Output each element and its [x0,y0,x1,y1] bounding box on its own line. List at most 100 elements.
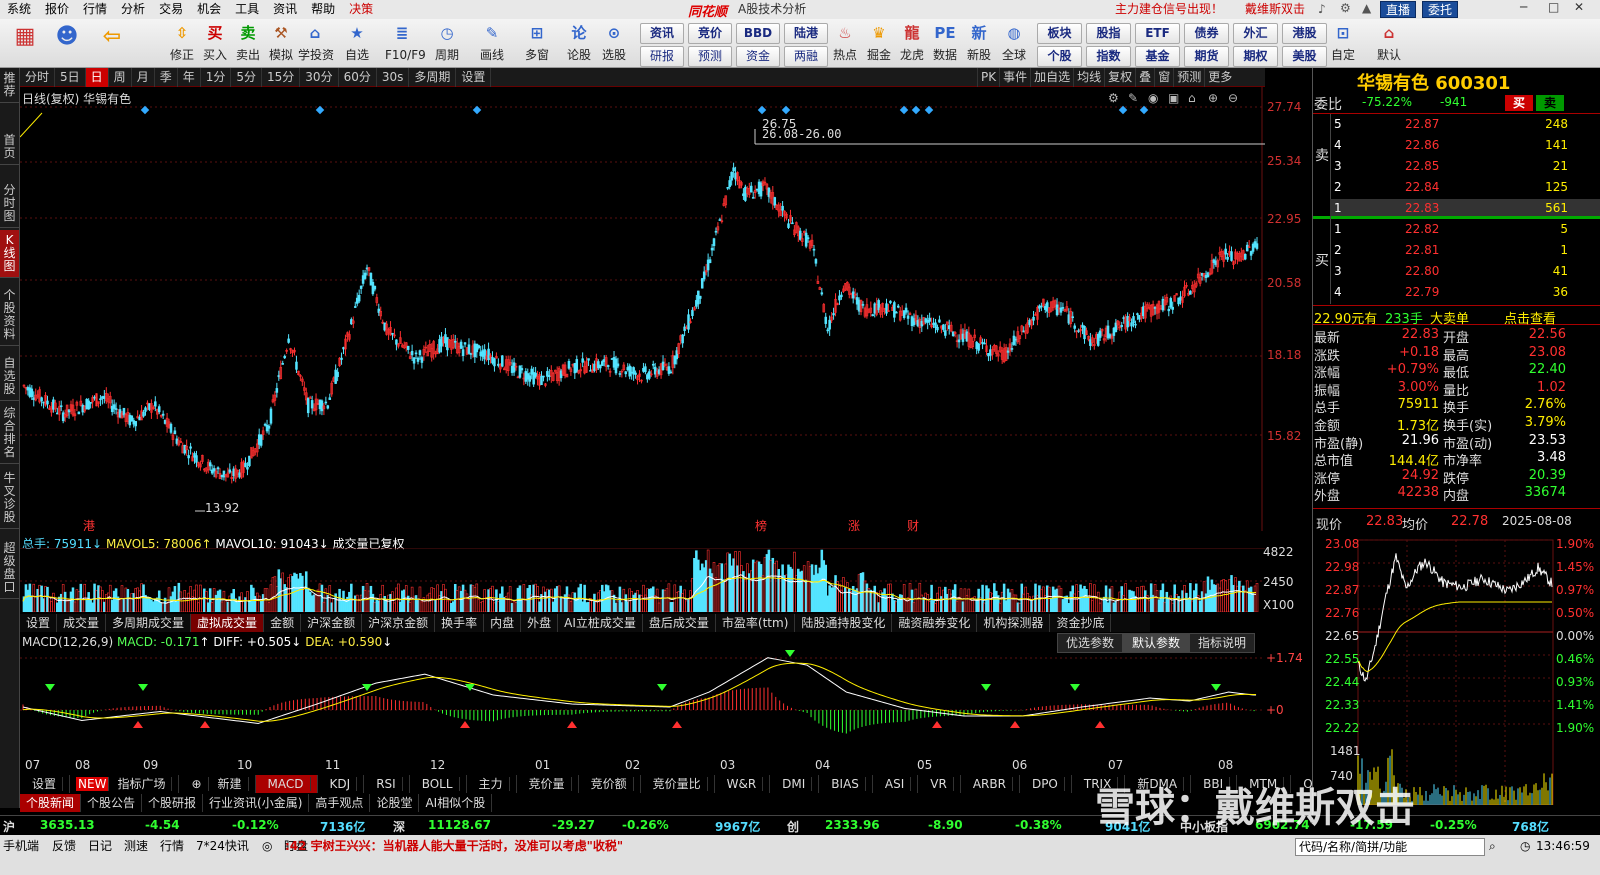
chart-tool-1[interactable]: 事件 [999,68,1030,87]
toolbar-buy-button[interactable]: 买买入 [198,22,232,63]
status-item-1[interactable]: 反馈 [52,838,76,854]
intraday-chart[interactable] [1313,535,1600,805]
period-7[interactable]: 1分 [201,67,232,87]
indicator-tab-3[interactable]: 虚拟成交量 [191,614,265,632]
news-link-2[interactable]: 戴维斯双击 [1245,0,1305,19]
indicator-tab-13[interactable]: 陆股通持股变化 [795,614,893,632]
quick-btn-0[interactable]: 资讯 [640,23,684,44]
toolbar-ipo-button[interactable]: 新新股 [962,22,996,63]
period-8[interactable]: 5分 [231,67,263,87]
indicator-tab-12[interactable]: 市盈率(ttm) [716,614,796,632]
toolbar-robot-button[interactable]: ☻ [50,22,84,52]
period-10[interactable]: 30分 [300,67,339,87]
indicator-select-5[interactable]: RSI [364,775,410,793]
menu-item-1[interactable]: 报价 [38,0,76,19]
index-value[interactable]: 沪 [3,818,15,835]
search-icon[interactable]: ⌕ [1489,838,1496,854]
indicator-select-17[interactable]: DPO [1020,775,1072,793]
toolbar-star-button[interactable]: ★ 自选 [340,22,374,63]
indicator-tab-16[interactable]: 资金抄底 [1050,614,1112,632]
period-12[interactable]: 30s [377,67,410,87]
event-marker[interactable]: 榜 [755,517,767,534]
toolbar-hammer-button[interactable]: ⚒ 模拟 [264,22,298,63]
indicator-tab-4[interactable]: 金额 [264,614,302,632]
market-btn-8[interactable]: 基金 [1135,46,1180,67]
quick-btn-6[interactable]: 资金 [736,46,780,67]
menu-item-2[interactable]: 行情 [76,0,114,19]
indicator-tab-6[interactable]: 沪深京金额 [362,614,436,632]
toolbar-pe-button[interactable]: PE 数据 [928,22,962,63]
indicator-select-2[interactable]: ⊕ 新建 [179,775,256,793]
indicator-select-11[interactable]: W&R [715,775,771,793]
indicator-select-6[interactable]: BOLL [410,775,467,793]
left-tab-7[interactable]: 牛叉诊股 [0,468,19,529]
close-icon[interactable]: ✕ [1574,0,1584,14]
indicator-tab-11[interactable]: 盘后成交量 [643,614,716,632]
menu-item-9[interactable]: 决策 [342,0,380,19]
maximize-icon[interactable]: □ [1548,0,1559,14]
toolbar-multiwindow-button[interactable]: ⊞ 多窗 [520,22,554,63]
news-ticker[interactable]: :42 宇树王兴兴：当机器人能大量干活时，没准可以考虑"收税" [285,838,623,854]
event-marker[interactable]: 港 [83,517,95,534]
indicator-tab-15[interactable]: 机构探测器 [977,614,1051,632]
indicator-tab-5[interactable]: 沪深金额 [301,614,363,632]
period-9[interactable]: 15分 [262,67,301,87]
toolbar-discuss-button[interactable]: 论论股 [562,22,596,63]
indicator-select-12[interactable]: DMI [770,775,820,793]
status-item-2[interactable]: 日记 [88,838,112,854]
indicator-select-1[interactable]: NEW 指标广场 [70,775,180,793]
toolbar-adjust-button[interactable]: ⇳ 修正 [165,22,199,63]
menu-item-4[interactable]: 交易 [152,0,190,19]
market-btn-9[interactable]: 期货 [1184,46,1229,67]
minimize-icon[interactable]: ─ [1520,0,1527,14]
news-tab-1[interactable]: 个股公告 [81,794,143,812]
order-button[interactable]: 委托 [1422,1,1459,18]
indicator-tab-0[interactable]: 设置 [20,614,58,632]
indicator-select-4[interactable]: KDJ [318,775,365,793]
toolbar-hot-button[interactable]: ♨ 热点 [828,22,862,63]
event-marker[interactable]: 财 [907,517,919,534]
toolbar-pick-button[interactable]: ⊙ 选股 [597,22,631,63]
period-2[interactable]: 日 [85,67,109,87]
quick-btn-2[interactable]: BBD [736,23,780,44]
news-link-1[interactable]: 主力建仓信号出现！ [1115,0,1223,19]
quick-btn-5[interactable]: 预测 [688,46,732,67]
indicator-tab-8[interactable]: 内盘 [484,614,522,632]
volume-chart[interactable] [20,548,1265,612]
indicator-select-7[interactable]: 主力 [467,775,517,793]
indicator-tab-14[interactable]: 融资融券变化 [892,614,978,632]
period-1[interactable]: 5日 [55,67,86,87]
market-btn-7[interactable]: 指数 [1086,46,1131,67]
news-tab-6[interactable]: AI相似个股 [419,794,493,812]
news-tab-0[interactable]: 个股新闻 [20,794,82,812]
menu-item-8[interactable]: 帮助 [304,0,342,19]
period-13[interactable]: 多周期 [409,67,457,87]
event-marker[interactable]: 涨 [848,517,860,534]
index-value[interactable]: 创 [787,818,799,835]
market-btn-10[interactable]: 期权 [1233,46,1278,67]
chart-tool-6[interactable]: 窗 [1154,68,1173,87]
menu-item-7[interactable]: 资讯 [266,0,304,19]
toolbar-custom-button[interactable]: ⊡ 自定 [1326,22,1360,63]
chart-tool-2[interactable]: 加自选 [1030,68,1073,87]
indicator-tab-7[interactable]: 换手率 [435,614,485,632]
menu-item-0[interactable]: 系统 [0,0,38,19]
period-3[interactable]: 周 [109,67,132,87]
period-6[interactable]: 年 [178,67,201,87]
indicator-select-3[interactable]: MACD [255,775,318,793]
period-0[interactable]: 分时 [20,67,56,87]
quick-btn-4[interactable]: 研报 [640,46,684,67]
left-tab-2[interactable]: 分时图 [0,180,19,228]
macd-chart[interactable] [20,648,1265,758]
alert-icon[interactable]: ▲ [1362,1,1371,15]
search-input[interactable]: 代码/名称/简拼/功能 [1295,838,1485,856]
chart-tool-5[interactable]: 叠 [1135,68,1154,87]
menu-item-5[interactable]: 机会 [190,0,228,19]
left-tab-1[interactable]: 首页 [0,130,19,165]
bell-icon[interactable]: ◎ [262,838,272,854]
chart-tool-3[interactable]: 均线 [1073,68,1104,87]
market-btn-2[interactable]: ETF [1135,23,1180,44]
quick-sell-button[interactable]: 卖 [1536,95,1564,111]
left-tab-0[interactable]: 推荐 [0,68,19,103]
indicator-tab-1[interactable]: 成交量 [57,614,107,632]
